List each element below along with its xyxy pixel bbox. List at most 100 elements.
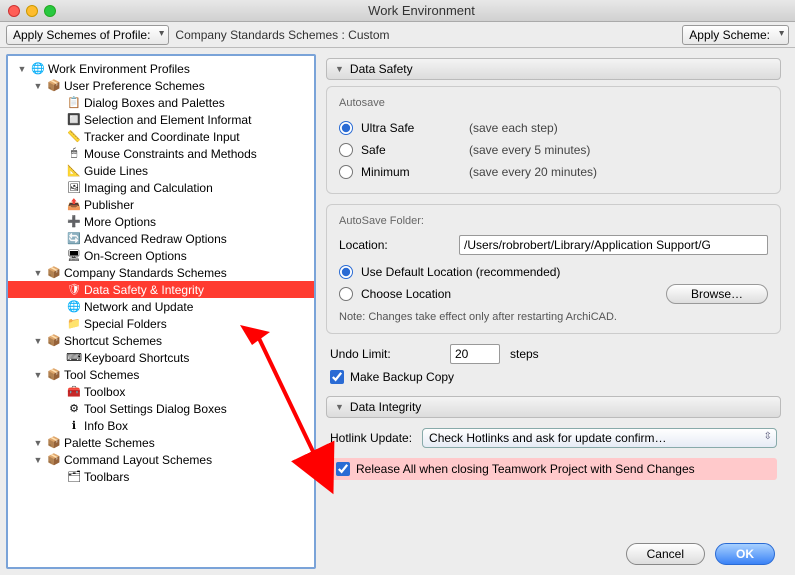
tree-item[interactable]: 🖼Imaging and Calculation: [8, 179, 314, 196]
tree-item[interactable]: 📏Tracker and Coordinate Input: [8, 128, 314, 145]
tree-item-icon: 🖱: [67, 147, 81, 161]
disclosure-triangle-icon: ▼: [32, 335, 44, 347]
tree-item-icon: ⌨: [67, 351, 81, 365]
tree-item[interactable]: 🔄Advanced Redraw Options: [8, 230, 314, 247]
tree-item[interactable]: 📐Guide Lines: [8, 162, 314, 179]
tree-item[interactable]: 📤Publisher: [8, 196, 314, 213]
tree-item-label: User Preference Schemes: [64, 79, 205, 93]
location-label: Location:: [339, 238, 449, 252]
tree-item[interactable]: 🔲Selection and Element Informat: [8, 111, 314, 128]
disclosure-triangle-icon: ▼: [32, 80, 44, 92]
tree-item[interactable]: 🛡Data Safety & Integrity: [8, 281, 314, 298]
tree-item[interactable]: 🖥On-Screen Options: [8, 247, 314, 264]
close-icon[interactable]: [8, 5, 20, 17]
hotlink-label: Hotlink Update:: [330, 431, 412, 445]
tree-item-label: Company Standards Schemes: [64, 266, 227, 280]
disclosure-triangle-icon: ▼: [335, 402, 344, 412]
tree-item-icon: 📤: [67, 198, 81, 212]
tree-item[interactable]: ⌨Keyboard Shortcuts: [8, 349, 314, 366]
tree-item-icon: 📦: [47, 266, 61, 280]
autosave-radio[interactable]: [339, 165, 353, 179]
tree-group[interactable]: ▼📦Palette Schemes: [8, 434, 314, 451]
autosave-option-label: Safe: [361, 143, 461, 157]
tree-item-label: Keyboard Shortcuts: [84, 351, 189, 365]
tree-item-icon: 📦: [47, 453, 61, 467]
disclosure-triangle-icon: ▼: [335, 64, 344, 74]
tree-group[interactable]: ▼📦Command Layout Schemes: [8, 451, 314, 468]
tree-item[interactable]: 🌐Network and Update: [8, 298, 314, 315]
tree-item-label: Shortcut Schemes: [64, 334, 162, 348]
tree-item-label: Imaging and Calculation: [84, 181, 213, 195]
tree-item[interactable]: 📁Special Folders: [8, 315, 314, 332]
minimize-icon[interactable]: [26, 5, 38, 17]
tree-group[interactable]: ▼📦Tool Schemes: [8, 366, 314, 383]
tree-item-label: Publisher: [84, 198, 134, 212]
autosave-radio[interactable]: [339, 121, 353, 135]
tree-item-label: Network and Update: [84, 300, 193, 314]
tree-item-label: Command Layout Schemes: [64, 453, 212, 467]
tree-item-label: Tool Settings Dialog Boxes: [84, 402, 227, 416]
autosave-group: Autosave Ultra Safe(save each step)Safe(…: [326, 86, 781, 194]
autosave-radio[interactable]: [339, 143, 353, 157]
tree-item-icon: 🖥: [67, 249, 81, 263]
tree-item-label: More Options: [84, 215, 156, 229]
tree-item-icon: 📐: [67, 164, 81, 178]
ok-button[interactable]: OK: [715, 543, 775, 565]
disclosure-triangle-icon: ▼: [32, 369, 44, 381]
tree-item[interactable]: 📋Dialog Boxes and Palettes: [8, 94, 314, 111]
tree-item[interactable]: ➕More Options: [8, 213, 314, 230]
tree-root[interactable]: ▼🌐Work Environment Profiles: [8, 60, 314, 77]
data-safety-header[interactable]: ▼ Data Safety: [326, 58, 781, 80]
dialog-buttons: Cancel OK: [626, 543, 775, 565]
autosave-folder-group: AutoSave Folder: Location: Use Default L…: [326, 204, 781, 334]
tree-item-label: Tool Schemes: [64, 368, 139, 382]
undo-limit-input[interactable]: [450, 344, 500, 364]
undo-limit-label: Undo Limit:: [330, 347, 440, 361]
tree-item[interactable]: 🖱Mouse Constraints and Methods: [8, 145, 314, 162]
window-title: Work Environment: [56, 3, 787, 18]
section-title: Data Integrity: [350, 400, 421, 414]
tree-item-icon: 🗂: [67, 470, 81, 484]
apply-schemes-profile-dropdown[interactable]: Apply Schemes of Profile:: [6, 25, 169, 45]
window-titlebar: Work Environment: [0, 0, 795, 22]
browse-button[interactable]: Browse…: [666, 284, 768, 304]
apply-scheme-dropdown[interactable]: Apply Scheme:: [682, 25, 789, 45]
tree-item-icon: 📦: [47, 368, 61, 382]
tree-item-icon: 🔲: [67, 113, 81, 127]
tree-item-icon: 🖼: [67, 181, 81, 195]
tree-item-label: Work Environment Profiles: [48, 62, 190, 76]
data-integrity-header[interactable]: ▼ Data Integrity: [326, 396, 781, 418]
disclosure-triangle-icon: ▼: [16, 63, 28, 75]
tree-group[interactable]: ▼📦Company Standards Schemes: [8, 264, 314, 281]
zoom-icon[interactable]: [44, 5, 56, 17]
profile-tree[interactable]: ▼🌐Work Environment Profiles▼📦User Prefer…: [6, 54, 316, 569]
tree-item-icon: 🔄: [67, 232, 81, 246]
tree-item[interactable]: 🗂Toolbars: [8, 468, 314, 485]
use-default-radio[interactable]: [339, 265, 353, 279]
tree-item-icon: 📏: [67, 130, 81, 144]
group-title: AutoSave Folder:: [339, 215, 768, 227]
tree-item-icon: 📦: [47, 436, 61, 450]
tree-item-label: Info Box: [84, 419, 128, 433]
location-input[interactable]: [459, 235, 768, 255]
tree-item-label: On-Screen Options: [84, 249, 187, 263]
tree-group[interactable]: ▼📦User Preference Schemes: [8, 77, 314, 94]
section-title: Data Safety: [350, 62, 413, 76]
cancel-button[interactable]: Cancel: [626, 543, 705, 565]
autosave-option-label: Ultra Safe: [361, 121, 461, 135]
tree-item-icon: ➕: [67, 215, 81, 229]
tree-item-label: Toolbars: [84, 470, 129, 484]
tree-item[interactable]: 🧰Toolbox: [8, 383, 314, 400]
tree-item-label: Selection and Element Informat: [84, 113, 251, 127]
tree-item-label: Palette Schemes: [64, 436, 155, 450]
choose-location-radio[interactable]: [339, 287, 353, 301]
hotlink-update-select[interactable]: Check Hotlinks and ask for update confir…: [422, 428, 777, 448]
tree-item[interactable]: ℹInfo Box: [8, 417, 314, 434]
tree-group[interactable]: ▼📦Shortcut Schemes: [8, 332, 314, 349]
tree-item-label: Special Folders: [84, 317, 167, 331]
tree-item-label: Advanced Redraw Options: [84, 232, 227, 246]
release-all-checkbox[interactable]: [336, 462, 350, 476]
toolbar: Apply Schemes of Profile: Company Standa…: [0, 22, 795, 48]
backup-checkbox[interactable]: [330, 370, 344, 384]
tree-item[interactable]: ⚙Tool Settings Dialog Boxes: [8, 400, 314, 417]
